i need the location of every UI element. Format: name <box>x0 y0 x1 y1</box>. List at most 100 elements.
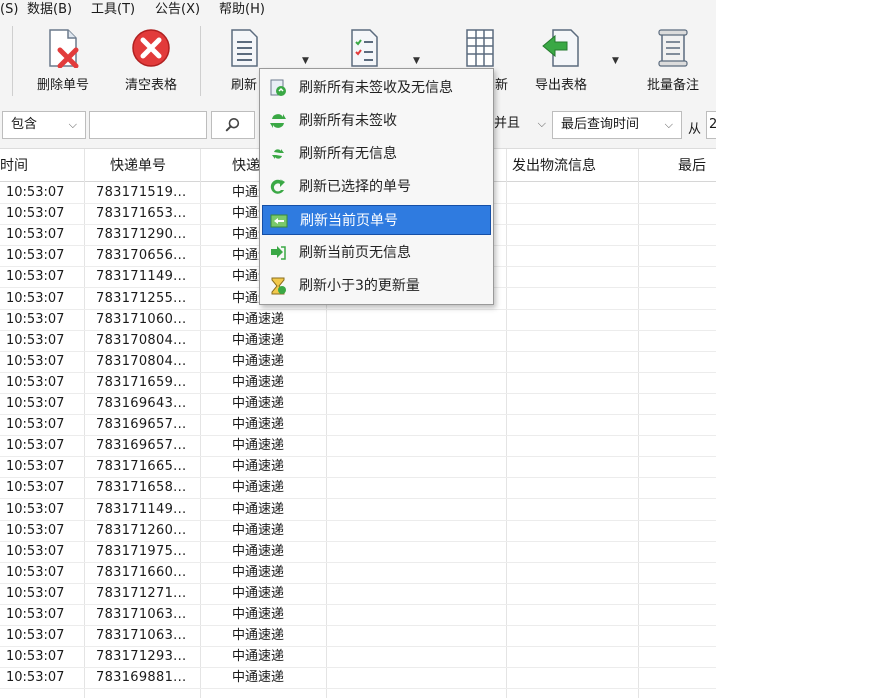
table-row[interactable]: 10:53:07 783171063... 中通速递 <box>0 604 716 626</box>
cell-courier: 中通速递 <box>232 501 285 517</box>
logic-select[interactable]: 并且 ⌵ <box>492 111 550 139</box>
app-window: (S) 数据(B) 工具(T) 公告(X) 帮助(H) 删除单号 清空表格 刷新… <box>0 0 716 698</box>
checklist-button[interactable] <box>344 28 384 68</box>
menu-item-data[interactable]: 数据(B) <box>27 1 72 18</box>
menu-item-refresh-current-page[interactable]: 刷新当前页单号 <box>262 205 491 235</box>
table-row[interactable]: 10:53:07 783171659... 中通速递 <box>0 372 716 394</box>
cell-courier: 中通速递 <box>232 374 285 390</box>
hourglass-icon <box>271 277 286 295</box>
menu-item-label: 刷新已选择的单号 <box>299 179 411 195</box>
table-row[interactable]: 10:53:07 783171293... 中通速递 <box>0 646 716 669</box>
menu-item-refresh-low-updates[interactable]: 刷新小于3的更新量 <box>262 271 491 301</box>
cell-courier: 中通速递 <box>232 438 285 454</box>
cell-time: 10:53:07 <box>6 269 65 285</box>
cell-tracking-number: 783169881... <box>96 670 187 686</box>
cell-tracking-number: 783171519... <box>96 185 187 200</box>
cell-time: 10:53:07 <box>6 185 65 200</box>
column-header-number[interactable]: 快递单号 <box>110 149 190 181</box>
cell-tracking-number: 783171060... <box>96 311 187 327</box>
menu-item-refresh-selected[interactable]: 刷新已选择的单号 <box>262 172 491 202</box>
table-row[interactable]: 10:53:07 783169643... 中通速递 <box>0 393 716 415</box>
menu-item-help[interactable]: 帮助(H) <box>219 1 265 18</box>
refresh-page-icon <box>270 214 288 228</box>
refresh-dropdown-arrow[interactable]: ▼ <box>302 56 309 66</box>
checklist-icon <box>351 29 378 67</box>
menu-item-refresh-page-empty[interactable]: 刷新当前页无信息 <box>262 238 491 268</box>
delete-doc-icon <box>49 29 79 68</box>
table-row[interactable]: 10:53:07 783171149... 中通速递 <box>0 499 716 521</box>
cell-tracking-number: 783171653... <box>96 206 187 222</box>
table-row[interactable]: 10:53:07 783170804... 中通速递 <box>0 330 716 352</box>
cell-time: 10:53:07 <box>6 311 65 327</box>
table-row[interactable]: 10:53:07 783169657... 中通速递 <box>0 435 716 458</box>
menu-item-refresh-unsigned-and-empty[interactable]: 刷新所有未签收及无信息 <box>262 73 491 103</box>
menu-bar: (S) 数据(B) 工具(T) 公告(X) 帮助(H) <box>0 0 716 20</box>
refresh-doc-icon <box>231 29 258 67</box>
keyword-input[interactable] <box>89 111 207 139</box>
menu-item-label: 刷新当前页单号 <box>300 213 398 229</box>
export-dropdown-arrow[interactable]: ▼ <box>612 56 619 66</box>
cell-tracking-number: 783171660... <box>96 564 187 580</box>
cell-courier: 中通速递 <box>232 607 285 622</box>
table-row[interactable]: 10:53:07 783169881... 中通速递 <box>0 667 716 690</box>
table-row[interactable]: 10:53:07 783171658... 中通速递 <box>0 477 716 500</box>
cell-courier: 中通速递 <box>232 417 285 433</box>
cell-courier: 中通速递 <box>232 480 285 496</box>
delete-button[interactable]: 删除单号 <box>28 28 98 93</box>
cell-time: 10:53:07 <box>6 374 65 390</box>
column-header-dispatch-info[interactable]: 发出物流信息 <box>512 149 632 181</box>
date-field-select[interactable]: 最后查询时间 ⌵ <box>552 111 682 139</box>
cell-courier: 中通速递 <box>232 585 285 601</box>
refresh-page-empty-icon <box>271 246 286 260</box>
cell-courier: 中通速递 <box>232 396 285 411</box>
clear-table-button[interactable]: 清空表格 <box>114 28 188 93</box>
column-header-last[interactable]: 最后 <box>678 149 716 181</box>
cell-tracking-number: 783171658... <box>96 480 187 496</box>
cell-time: 10:53:07 <box>6 353 65 369</box>
table-row[interactable]: 10:53:07 783171665... 中通速递 <box>0 456 716 479</box>
table-row[interactable]: 10:53:07 783171063... 中通速递 <box>0 625 716 648</box>
cell-time: 10:53:07 <box>6 649 65 665</box>
table-row[interactable]: 10:53:07 783169657... 中通速递 <box>0 414 716 437</box>
delete-button-label: 删除单号 <box>36 78 89 93</box>
batch-remark-button[interactable]: 批量备注 <box>636 28 710 93</box>
menu-item-label: 刷新所有未签收 <box>299 113 397 129</box>
cell-courier: 中通速递 <box>232 353 285 369</box>
cell-courier: 中通速递 <box>232 522 285 538</box>
date-from-value: 2 <box>709 117 716 132</box>
refresh-arrows-icon <box>270 114 286 128</box>
menu-item-notice[interactable]: 公告(X) <box>155 1 200 18</box>
table-row[interactable]: 10:53:07 783171975... 中通速递 <box>0 541 716 563</box>
table-row[interactable]: 10:53:07 783171271... 中通速递 <box>0 583 716 605</box>
cell-time: 10:53:07 <box>6 564 65 580</box>
cell-tracking-number: 783170804... <box>96 332 187 348</box>
clear-icon <box>132 29 170 67</box>
cell-tracking-number: 783171665... <box>96 459 187 475</box>
menu-item-refresh-unsigned[interactable]: 刷新所有未签收 <box>262 106 491 136</box>
table-row[interactable]: 10:53:07 783171660... 中通速递 <box>0 562 716 584</box>
menu-item-tools[interactable]: 工具(T) <box>91 1 135 18</box>
cell-tracking-number: 783171260... <box>96 522 187 538</box>
menu-item-refresh-empty[interactable]: 刷新所有无信息 <box>262 139 491 169</box>
column-header-time[interactable]: 时间 <box>0 149 80 181</box>
menu-item-s[interactable]: (S) <box>0 1 18 18</box>
date-field-value: 最后查询时间 <box>561 117 640 132</box>
table-row[interactable]: 10:53:07 783171260... 中通速递 <box>0 520 716 542</box>
cell-courier: 中通速递 <box>232 564 285 580</box>
chevron-down-icon: ⌵ <box>537 117 546 130</box>
cell-time: 10:53:07 <box>6 248 65 264</box>
search-button[interactable] <box>211 111 255 139</box>
date-from-input[interactable]: 2 <box>706 111 716 139</box>
cell-time: 10:53:07 <box>6 628 65 644</box>
cell-tracking-number: 783171293... <box>96 649 187 665</box>
table-row[interactable]: 10:53:07 783171060... 中通速递 <box>0 309 716 331</box>
menu-item-label: 刷新当前页无信息 <box>299 245 411 261</box>
refresh-dropdown-menu: 刷新所有未签收及无信息 刷新所有未签收 刷新所有无信息 刷新已选择的单号 刷新当… <box>259 68 494 305</box>
cell-tracking-number: 783170656... <box>96 248 187 264</box>
table-row[interactable]: 10:53:07 783170804... 中通速递 <box>0 351 716 373</box>
export-table-button[interactable]: 导出表格 <box>526 28 596 93</box>
menu-item-label: 刷新所有无信息 <box>299 146 397 162</box>
checklist-dropdown-arrow[interactable]: ▼ <box>413 56 420 66</box>
menu-item-label: 刷新小于3的更新量 <box>299 278 420 294</box>
match-mode-select[interactable]: 包含 ⌵ <box>2 111 86 139</box>
